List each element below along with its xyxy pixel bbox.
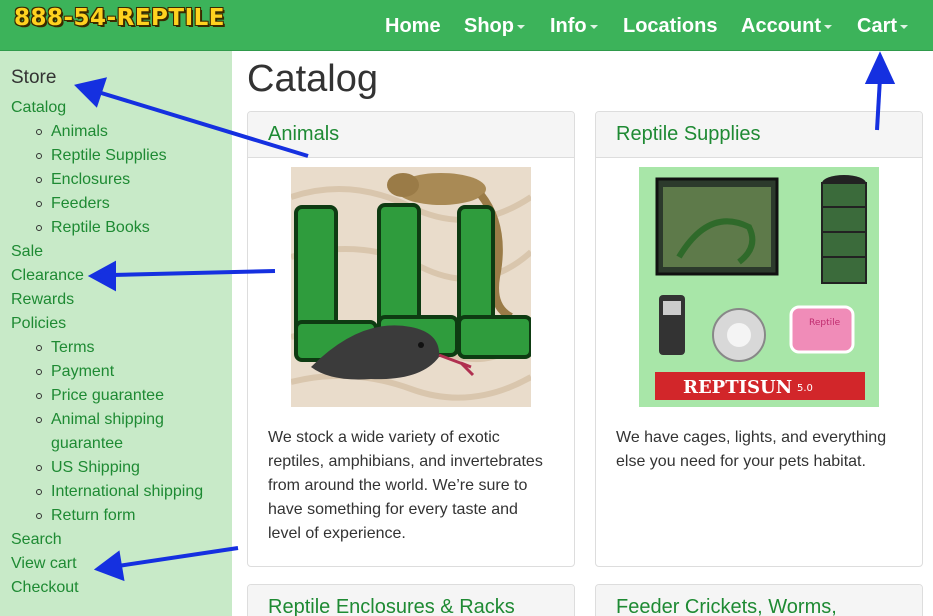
- nav-info[interactable]: Info: [550, 12, 598, 40]
- supplies-category-image[interactable]: Reptile REPTISUN 5.0: [639, 167, 879, 407]
- sidebar-item-animals[interactable]: Animals: [51, 123, 108, 141]
- sidebar-item-return-form[interactable]: Return form: [51, 507, 135, 525]
- sidebar-item-search[interactable]: Search: [11, 531, 62, 549]
- sidebar-item-checkout[interactable]: Checkout: [11, 579, 79, 597]
- catalog-card-animals: Animals We stock a wide variety of exoti…: [247, 111, 575, 567]
- bullet-icon: [36, 225, 42, 231]
- bullet-icon: [36, 153, 42, 159]
- jar-label: Reptile: [809, 318, 841, 328]
- sidebar-item-rewards[interactable]: Rewards: [11, 291, 74, 309]
- sidebar-item-animal-shipping[interactable]: Animal shipping: [51, 411, 164, 429]
- chevron-down-icon: [900, 24, 909, 29]
- card-title[interactable]: Reptile Enclosures & Racks: [248, 585, 574, 616]
- sidebar-item-policies[interactable]: Policies: [11, 315, 66, 333]
- catalog-card-reptile-supplies: Reptile Supplies Reptile REPTISUN 5.0 We…: [595, 111, 923, 567]
- sidebar-item-catalog[interactable]: Catalog: [11, 99, 66, 117]
- sidebar-item-clearance[interactable]: Clearance: [11, 267, 84, 285]
- nav-account[interactable]: Account: [741, 12, 832, 40]
- chevron-down-icon: [589, 24, 598, 29]
- description-line: have something for every taste and: [268, 501, 518, 518]
- nav-home[interactable]: Home: [385, 12, 441, 40]
- description-line: level of experience.: [268, 525, 406, 542]
- reptisun-label: REPTISUN: [683, 377, 792, 398]
- card-title[interactable]: Feeder Crickets, Worms,: [596, 585, 922, 616]
- nav-cart-label: Cart: [857, 15, 898, 37]
- bullet-icon: [36, 417, 42, 423]
- bullet-icon: [36, 489, 42, 495]
- reptisun-version: 5.0: [797, 383, 813, 394]
- description-line: from around the world. We’re sure to: [268, 477, 528, 494]
- card-title[interactable]: Animals: [248, 112, 574, 158]
- bullet-icon: [36, 129, 42, 135]
- store-sidebar: Store Catalog Animals Reptile Supplies E…: [0, 51, 232, 616]
- nav-locations[interactable]: Locations: [623, 12, 717, 40]
- sidebar-item-reptile-supplies[interactable]: Reptile Supplies: [51, 147, 167, 165]
- sidebar-item-payment[interactable]: Payment: [51, 363, 114, 381]
- sidebar-item-sale[interactable]: Sale: [11, 243, 43, 261]
- sidebar-item-international-shipping[interactable]: International shipping: [51, 483, 203, 501]
- card-title[interactable]: Reptile Supplies: [596, 112, 922, 158]
- bullet-icon: [36, 513, 42, 519]
- sidebar-item-view-cart[interactable]: View cart: [11, 555, 77, 573]
- sidebar-item-terms[interactable]: Terms: [51, 339, 95, 357]
- catalog-card-feeders: Feeder Crickets, Worms,: [595, 584, 923, 616]
- card-description: We have cages, lights, and everything el…: [616, 426, 906, 474]
- bullet-icon: [36, 369, 42, 375]
- bullet-icon: [36, 393, 42, 399]
- nav-home-label: Home: [385, 15, 441, 37]
- chevron-down-icon: [824, 24, 832, 29]
- sidebar-item-feeders[interactable]: Feeders: [51, 195, 110, 213]
- page: 888-54-REPTILE Home Shop Info Locations …: [0, 0, 933, 616]
- nav-shop-label: Shop: [464, 15, 514, 37]
- sidebar-item-us-shipping[interactable]: US Shipping: [51, 459, 140, 477]
- top-navbar: 888-54-REPTILE Home Shop Info Locations …: [0, 0, 933, 51]
- sidebar-item-price-guarantee[interactable]: Price guarantee: [51, 387, 164, 405]
- catalog-card-enclosures: Reptile Enclosures & Racks: [247, 584, 575, 616]
- description-line: We have cages, lights, and everything: [616, 429, 887, 446]
- description-line: reptiles, amphibians, and invertebrates: [268, 453, 543, 470]
- site-logo[interactable]: 888-54-REPTILE: [14, 5, 225, 31]
- sidebar-item-animal-shipping-cont[interactable]: guarantee: [51, 435, 123, 453]
- arrow-head-icon: [864, 51, 896, 84]
- card-description: We stock a wide variety of exotic reptil…: [268, 426, 558, 546]
- sidebar-item-reptile-books[interactable]: Reptile Books: [51, 219, 150, 237]
- description-line: else you need for your pets habitat.: [616, 453, 866, 470]
- bullet-icon: [36, 201, 42, 207]
- animals-category-image[interactable]: [291, 167, 531, 407]
- bullet-icon: [36, 177, 42, 183]
- nav-locations-label: Locations: [623, 15, 718, 37]
- nav-cart[interactable]: Cart: [857, 12, 909, 40]
- description-line: We stock a wide variety of exotic: [268, 429, 500, 446]
- page-title: Catalog: [247, 58, 378, 100]
- bullet-icon: [36, 465, 42, 471]
- chevron-down-icon: [517, 24, 525, 29]
- nav-account-label: Account: [741, 15, 821, 37]
- bullet-icon: [36, 345, 42, 351]
- nav-info-label: Info: [550, 15, 587, 37]
- sidebar-heading: Store: [11, 67, 57, 88]
- nav-shop[interactable]: Shop: [464, 12, 525, 40]
- sidebar-item-enclosures[interactable]: Enclosures: [51, 171, 130, 189]
